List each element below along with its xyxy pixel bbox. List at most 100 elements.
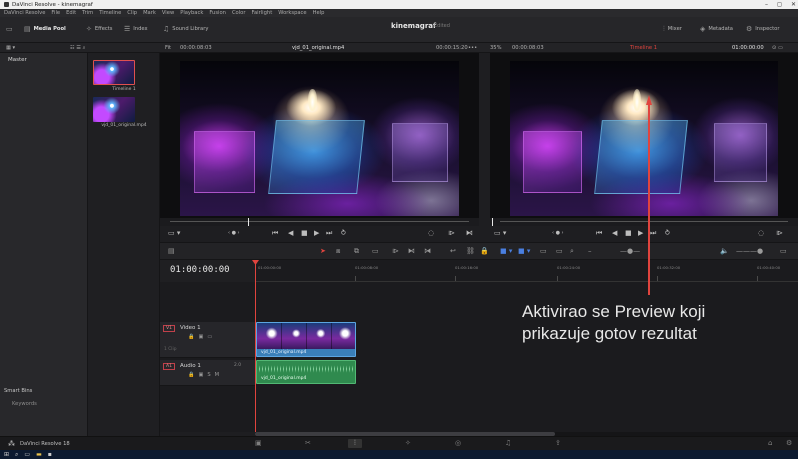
loop-icon[interactable]: ⥁ [341, 229, 346, 237]
audio-clip[interactable]: vjd_01_original.mp4 [256, 360, 356, 384]
insert-icon[interactable]: ⧐ [448, 229, 455, 237]
index-button[interactable]: ☰ Index [124, 25, 148, 33]
minimize-button[interactable]: – [765, 1, 768, 8]
home-icon[interactable]: ⌂ [768, 439, 772, 447]
media-page-icon[interactable]: ▣ [255, 439, 262, 447]
replace-clip-icon[interactable]: ⧒ [424, 247, 431, 255]
auto-track-icon[interactable]: ▣ [198, 334, 203, 340]
program-stop-icon[interactable]: ■ [625, 229, 632, 237]
menu-playback[interactable]: Playback [180, 10, 203, 16]
jog-control[interactable]: ‹ ● › [228, 230, 240, 236]
effects-button[interactable]: ✧ Effects [86, 25, 113, 33]
edit-page-icon[interactable]: ⫶ [348, 439, 362, 448]
flag-icon[interactable]: ■ ▾ [500, 247, 512, 255]
menu-mark[interactable]: Mark [143, 10, 156, 16]
fairlight-page-icon[interactable]: ♫ [505, 439, 511, 447]
stop-icon[interactable]: ■ [301, 229, 308, 237]
mixer-button[interactable]: ⫶ Mixer [663, 25, 682, 34]
settings-icon[interactable]: ⚙ [786, 439, 792, 447]
audio-auto-track-icon[interactable]: ▣ [198, 372, 203, 378]
menu-fairlight[interactable]: Fairlight [251, 10, 272, 16]
menu-trim[interactable]: Trim [82, 10, 93, 16]
media-pool-button[interactable]: ▤ Media Pool [24, 25, 66, 33]
source-scrubber[interactable] [160, 218, 479, 226]
menu-edit[interactable]: Edit [66, 10, 76, 16]
close-button[interactable]: ✕ [791, 1, 796, 8]
program-go-to-start-icon[interactable]: ⏮ [596, 229, 602, 238]
program-playhead[interactable] [492, 218, 493, 226]
file-explorer-icon[interactable]: ▬ [36, 451, 42, 458]
zoom-slider[interactable]: —●— [620, 247, 640, 255]
metadata-button[interactable]: ◈ Metadata [700, 25, 733, 33]
menu-color[interactable]: Color [232, 10, 246, 16]
menu-clip[interactable]: Clip [127, 10, 137, 16]
mark-in-out-icon[interactable]: ◌ [428, 229, 434, 237]
overwrite-clip-icon[interactable]: ⧑ [408, 247, 415, 255]
maximize-button[interactable]: ◻ [777, 1, 782, 8]
view-options-icon[interactable]: ▦ ▾ [6, 45, 15, 51]
menu-workspace[interactable]: Workspace [278, 10, 306, 16]
color-page-icon[interactable]: ◎ [455, 439, 461, 447]
source-clip-name[interactable]: vjd_01_original.mp4 [292, 45, 344, 51]
source-playhead[interactable] [248, 218, 249, 226]
source-more-icon[interactable]: ••• [468, 45, 477, 51]
source-zoom[interactable]: Fit [165, 45, 171, 51]
list-view-icon[interactable]: ☷ ☰ ⌕ [70, 45, 86, 52]
timeline-view-icon[interactable]: ▤ [168, 247, 175, 255]
program-view-icon[interactable]: ▭ ▾ [494, 229, 506, 237]
program-jog-control[interactable]: ‹ ● › [552, 230, 564, 236]
cut-page-icon[interactable]: ✂ [305, 439, 311, 447]
menu-fusion[interactable]: Fusion [209, 10, 226, 16]
menu-help[interactable]: Help [313, 10, 325, 16]
go-to-end-icon[interactable]: ⏭ [326, 229, 332, 238]
blade-tool-icon[interactable]: ▭ [372, 247, 379, 255]
linked-selection-icon[interactable]: ⛓ [466, 247, 475, 255]
start-icon[interactable]: ⊞ [4, 451, 9, 458]
clip-thumbnail[interactable] [93, 97, 135, 122]
master-bin[interactable]: Master [8, 57, 27, 63]
program-loop-icon[interactable]: ⥁ [665, 229, 670, 237]
zoom-minus-icon[interactable]: – [588, 247, 592, 255]
keywords-bin[interactable]: Keywords [12, 401, 37, 407]
volume-slider[interactable]: ———● [736, 247, 763, 255]
video-clip[interactable]: vjd_01_original.mp4 [256, 322, 356, 357]
volume-icon[interactable]: 🔈 [720, 247, 729, 255]
deliver-page-icon[interactable]: ⇪ [555, 439, 561, 447]
selection-tool-icon[interactable]: ➤ [320, 247, 326, 255]
insert-clip-icon[interactable]: ⧐ [392, 247, 399, 255]
menu-timeline[interactable]: Timeline [99, 10, 121, 16]
program-zoom[interactable]: 35% [490, 45, 502, 51]
timeline-playhead[interactable] [255, 262, 256, 432]
sound-library-button[interactable]: ♫ Sound Library [163, 25, 208, 33]
taskbar-search-icon[interactable]: ⌕ [15, 451, 18, 459]
trim-tool-icon[interactable]: ⧈ [336, 247, 340, 256]
taskbar-app-icon[interactable]: ▪ [48, 451, 52, 458]
program-scrubber[interactable] [490, 218, 798, 226]
program-play-icon[interactable]: ▶ [638, 229, 643, 237]
menu-davinci[interactable]: DaVinci Resolve [4, 10, 45, 16]
source-view-icon[interactable]: ▭ ▾ [168, 229, 180, 237]
source-viewer[interactable] [160, 53, 479, 221]
marker-icon[interactable]: ■ ▾ [518, 247, 530, 255]
go-to-start-icon[interactable]: ⏮ [272, 229, 278, 238]
dynamic-trim-icon[interactable]: ⧉ [354, 247, 359, 256]
zoom-detail-icon[interactable]: ▭ [556, 247, 563, 255]
menu-view[interactable]: View [162, 10, 174, 16]
solo-button[interactable]: S [207, 372, 210, 378]
viewer-options-icon[interactable]: ⊙ ▭ [772, 45, 783, 51]
overwrite-icon[interactable]: ⧑ [466, 229, 473, 237]
play-icon[interactable]: ▶ [314, 229, 319, 237]
snapping-icon[interactable]: ↩ [450, 247, 456, 255]
track-lock-icon[interactable]: 🔒 [188, 334, 194, 340]
track-visibility-icon[interactable]: ▭ [207, 334, 212, 340]
position-lock-icon[interactable]: 🔒 [480, 247, 489, 255]
zoom-full-icon[interactable]: ▭ [540, 247, 547, 255]
program-mark-icon[interactable]: ◌ [758, 229, 764, 237]
timeline-ruler[interactable]: 01:00:00:00 01:00:08:00 01:00:16:00 01:0… [255, 260, 798, 282]
task-view-icon[interactable]: ▭ [24, 451, 30, 458]
meter-icon[interactable]: ▭ [780, 247, 787, 255]
program-step-back-icon[interactable]: ◀ [612, 229, 617, 237]
step-back-icon[interactable]: ◀ [288, 229, 293, 237]
panel-toggle-button[interactable]: ▭ [6, 25, 13, 33]
program-timeline-name[interactable]: Timeline 1 [630, 45, 657, 51]
